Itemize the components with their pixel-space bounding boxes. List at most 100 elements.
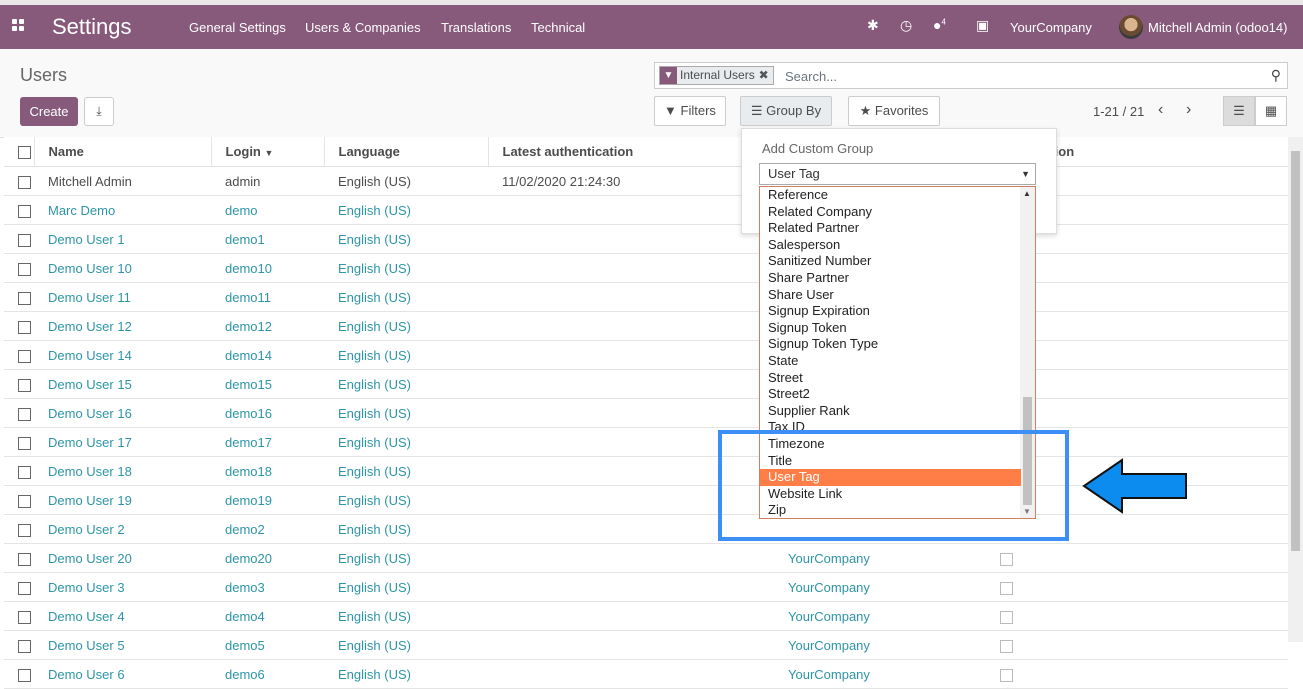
create-button[interactable]: Create [20, 97, 78, 126]
cell-language: English (US) [324, 543, 488, 573]
table-row[interactable]: Demo User 15 demo15 English (US) [4, 369, 1288, 399]
table-row[interactable]: Demo User 12 demo12 English (US) [4, 311, 1288, 341]
row-checkbox[interactable] [4, 224, 34, 254]
cell-language: English (US) [324, 282, 488, 312]
table-row[interactable]: Demo User 5 demo5 English (US) YourCompany [4, 630, 1288, 660]
row-checkbox[interactable] [4, 485, 34, 515]
column-latest-authentication[interactable]: Latest authentication [487, 137, 774, 167]
menu-general-settings[interactable]: General Settings [189, 20, 286, 35]
cell-latest-authentication [488, 659, 774, 689]
apps-menu-icon[interactable] [12, 19, 28, 35]
group-by-option[interactable]: Signup Token Type [760, 336, 1021, 353]
group-by-option[interactable]: Signup Token [760, 320, 1021, 337]
cell-login: admin [211, 166, 324, 196]
table-row[interactable]: Demo User 10 demo10 English (US) [4, 253, 1288, 283]
row-checkbox[interactable] [4, 398, 34, 428]
table-row[interactable]: Demo User 1 demo1 English (US) [4, 224, 1288, 254]
row-checkbox[interactable] [4, 195, 34, 225]
search-icon[interactable]: ⚲ [1271, 67, 1281, 84]
search-bar[interactable]: ▼ Internal Users ✖ Search... ⚲ [654, 62, 1288, 89]
group-by-option[interactable]: Street [760, 370, 1021, 387]
user-menu[interactable]: Mitchell Admin (odoo14) [1148, 20, 1287, 35]
messages-icon[interactable]: ●4 [933, 17, 946, 33]
cell-name: Demo User 5 [34, 630, 211, 660]
cell-name: Demo User 6 [34, 659, 211, 689]
menu-users-companies[interactable]: Users & Companies [305, 20, 421, 35]
group-by-option[interactable]: Related Partner [760, 220, 1021, 237]
search-input[interactable]: Search... [785, 69, 837, 84]
pager-previous-icon[interactable]: ‹ [1158, 101, 1163, 119]
add-custom-group-label: Add Custom Group [762, 141, 874, 156]
facet-label: Internal Users [680, 68, 755, 82]
column-name[interactable]: Name [33, 137, 211, 167]
list-view-button[interactable]: ☰ [1223, 96, 1255, 126]
table-row[interactable]: Demo User 11 demo11 English (US) [4, 282, 1288, 312]
row-checkbox[interactable] [4, 456, 34, 486]
cell-language: English (US) [324, 456, 488, 486]
row-checkbox[interactable] [4, 427, 34, 457]
page-scrollbar-thumb[interactable] [1291, 151, 1300, 551]
table-row[interactable]: Demo User 2 demo2 English (US) [4, 514, 1288, 544]
group-by-option[interactable]: Supplier Rank [760, 403, 1021, 420]
menu-technical[interactable]: Technical [531, 20, 585, 35]
group-by-option[interactable]: Salesperson [760, 237, 1021, 254]
table-row[interactable]: Demo User 20 demo20 English (US) YourCompan… [4, 543, 1288, 573]
favorites-button[interactable]: ★ Favorites [848, 96, 940, 126]
column-login[interactable]: Login ▼ [210, 137, 324, 167]
remove-facet-icon[interactable]: ✖ [759, 67, 769, 84]
filters-button[interactable]: ▼ Filters [654, 96, 726, 126]
cell-latest-authentication [488, 398, 774, 428]
table-row[interactable]: Mitchell Admin admin English (US) 11/02/202… [4, 166, 1288, 196]
cell-language: English (US) [324, 514, 488, 544]
table-row[interactable]: Demo User 3 demo3 English (US) YourCompany [4, 572, 1288, 602]
table-row[interactable]: Demo User 16 demo16 English (US) [4, 398, 1288, 428]
pager-value[interactable]: 1-21 / 21 [1093, 104, 1144, 119]
user-avatar[interactable] [1119, 15, 1143, 39]
group-by-option[interactable]: Sanitized Number [760, 253, 1021, 270]
table-row[interactable]: Demo User 6 demo6 English (US) YourCompany [4, 659, 1288, 689]
row-checkbox[interactable] [4, 543, 34, 573]
row-checkbox[interactable] [4, 659, 34, 689]
row-checkbox[interactable] [4, 601, 34, 631]
column-language[interactable]: Language [323, 137, 488, 167]
cell-language: English (US) [324, 630, 488, 660]
cell-login: demo10 [211, 253, 324, 283]
group-by-option[interactable]: State [760, 353, 1021, 370]
group-by-option[interactable]: Share User [760, 287, 1021, 304]
table-row[interactable]: Marc Demo demo English (US) [4, 195, 1288, 225]
company-switcher[interactable]: YourCompany [1010, 20, 1092, 35]
menu-translations[interactable]: Translations [441, 20, 511, 35]
select-all-checkbox[interactable] [4, 137, 34, 167]
gift-icon[interactable]: ▣ [976, 17, 989, 34]
group-by-option[interactable]: Reference [760, 187, 1021, 204]
app-title[interactable]: Settings [52, 14, 132, 40]
group-by-option[interactable]: Share Partner [760, 270, 1021, 287]
activity-clock-icon[interactable]: ◷ [900, 17, 912, 34]
group-by-button[interactable]: ☰ Group By [740, 96, 832, 126]
row-checkbox[interactable] [4, 282, 34, 312]
row-checkbox[interactable] [4, 166, 34, 196]
pager-next-icon[interactable]: › [1186, 101, 1191, 119]
group-by-option[interactable]: Signup Expiration [760, 303, 1021, 320]
cell-latest-authentication [488, 369, 774, 399]
row-checkbox[interactable] [4, 311, 34, 341]
table-row[interactable]: Demo User 17 demo17 English (US) [4, 427, 1288, 457]
row-checkbox[interactable] [4, 514, 34, 544]
row-checkbox[interactable] [4, 253, 34, 283]
download-button[interactable]: ⤓ [84, 97, 114, 126]
cell-name: Demo User 3 [34, 572, 211, 602]
table-row[interactable]: Demo User 14 demo14 English (US) [4, 340, 1288, 370]
cell-latest-authentication [488, 572, 774, 602]
row-checkbox[interactable] [4, 340, 34, 370]
row-checkbox[interactable] [4, 369, 34, 399]
custom-group-select[interactable]: User Tag ▼ [759, 163, 1036, 185]
group-by-option[interactable]: Street2 [760, 386, 1021, 403]
bug-icon[interactable]: ✱ [867, 17, 879, 34]
scroll-up-icon[interactable]: ▲ [1023, 189, 1031, 198]
table-row[interactable]: Demo User 4 demo4 English (US) YourCompany [4, 601, 1288, 631]
row-checkbox[interactable] [4, 630, 34, 660]
group-by-option[interactable]: Related Company [760, 204, 1021, 221]
kanban-view-button[interactable]: ▦ [1255, 96, 1287, 126]
row-checkbox[interactable] [4, 572, 34, 602]
page-scrollbar[interactable] [1288, 137, 1303, 642]
